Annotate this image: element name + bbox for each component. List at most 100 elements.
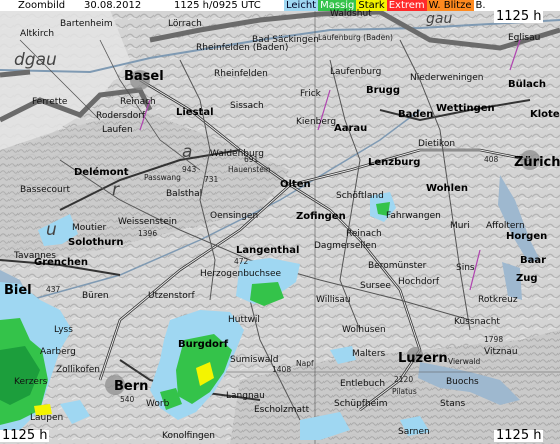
radar-map[interactable]: Zoombild 30.08.2012 1125 h/0925 UTC Leic…	[0, 0, 560, 444]
place-label: Bern	[114, 379, 149, 394]
place-label: Willisau	[316, 295, 351, 305]
place-label: Büren	[82, 291, 109, 301]
place-label: Delémont	[74, 167, 129, 178]
place-label: Balsthal	[166, 189, 203, 199]
place-label: Weissenstein	[118, 217, 177, 227]
place-label: Beromünster	[368, 261, 427, 271]
place-label: Hauenstein	[228, 165, 271, 174]
place-label: Napf	[296, 359, 314, 368]
place-label: Wettingen	[436, 103, 495, 114]
place-label: Laufenburg	[330, 67, 382, 77]
place-label: Schöftland	[336, 191, 384, 201]
height-label-top: 1125 h	[494, 9, 544, 24]
place-label: Herzogenbuchsee	[200, 269, 282, 279]
place-label: Dietikon	[418, 139, 456, 149]
place-label: Laupen	[30, 413, 64, 423]
region-label: a	[182, 142, 193, 162]
place-label: Buochs	[446, 377, 479, 387]
place-label: Moutier	[72, 223, 107, 233]
place-label: Lörrach	[168, 19, 202, 29]
place-label: Bülach	[508, 79, 546, 90]
place-label: Solothurn	[68, 237, 124, 248]
place-label: Kloten	[530, 109, 560, 120]
place-label: Zollikofen	[56, 365, 100, 375]
place-label: Zofingen	[296, 211, 346, 222]
place-label: Fahrwangen	[386, 211, 441, 221]
place-label: Aarau	[334, 123, 368, 134]
region-label: gau	[426, 11, 453, 27]
place-label: Reinach	[120, 97, 156, 107]
place-label: Langenthal	[236, 245, 300, 256]
elevation-label: 408	[484, 155, 499, 164]
place-label: Schüpfheim	[334, 399, 388, 409]
place-label: Burgdorf	[178, 339, 229, 350]
place-label: Olten	[280, 179, 311, 190]
place-label: Affoltern	[486, 221, 525, 231]
place-label: Laufen	[102, 125, 133, 135]
elevation-label: 437	[46, 285, 61, 294]
place-label: Rheinfelden (Baden)	[196, 43, 289, 53]
place-label: Vitznau	[484, 347, 518, 357]
place-label: Muri	[450, 221, 470, 231]
elevation-label: 472	[234, 257, 249, 266]
place-label: Sumiswald	[230, 355, 279, 365]
place-label: Kerzers	[14, 377, 48, 387]
place-label: Pilatus	[392, 387, 417, 396]
elevation-label: 1798	[484, 335, 504, 344]
place-label: Vierwald	[448, 357, 481, 366]
region-label: dgau	[14, 50, 57, 70]
place-label: Escholzmatt	[254, 405, 310, 415]
place-label: Baden	[398, 109, 434, 120]
place-label: Hochdorf	[398, 277, 440, 287]
intensity-legend: Leicht Massig Stark Extrem W. Blitze B.	[284, 0, 488, 11]
legend-item-extrem: Extrem	[386, 0, 427, 11]
place-label: Basel	[124, 69, 164, 84]
elevation-label: 540	[120, 395, 135, 404]
place-label: Niederweningen	[410, 73, 484, 83]
place-label: Entlebuch	[340, 379, 386, 389]
zoom-label: Zoombild	[18, 0, 66, 11]
place-label: Worb	[146, 399, 170, 409]
elevation-label: 943	[182, 165, 197, 174]
place-label: Sissach	[230, 101, 264, 111]
legend-item-leicht: Leicht	[284, 0, 319, 11]
place-label: Lenzburg	[368, 157, 421, 168]
place-label: Reinach	[346, 229, 382, 239]
place-label: Rheinfelden	[214, 69, 268, 79]
place-label: Waldshut	[330, 9, 372, 19]
place-label: Wohlen	[426, 183, 468, 194]
place-label: Horgen	[506, 231, 548, 242]
place-label: Brugg	[366, 85, 400, 96]
place-label: Altkirch	[20, 29, 55, 39]
place-label: Luzern	[398, 351, 448, 366]
date-label: 30.08.2012	[84, 0, 142, 11]
place-label: Oensingen	[210, 211, 259, 221]
place-label: Kienberg	[296, 117, 337, 127]
place-label: Küssnacht	[454, 317, 500, 327]
place-label: Bartenheim	[60, 19, 113, 29]
place-label: Ferrette	[32, 97, 68, 107]
height-label-bottom-right: 1125 h	[494, 428, 544, 443]
place-label: Passwang	[144, 173, 181, 182]
place-label: Zug	[516, 273, 538, 284]
place-label: Sursee	[360, 281, 391, 291]
place-label: Rotkreuz	[478, 295, 518, 305]
place-label: Rodersdorf	[96, 111, 146, 121]
place-label: Eglisau	[508, 33, 541, 43]
elevation-label: 1408	[272, 365, 292, 374]
region-label: r	[112, 180, 119, 200]
elevation-label: 691	[244, 155, 259, 164]
elevation-label: 731	[204, 175, 219, 184]
place-label: Frick	[300, 89, 321, 99]
place-label: Wolhusen	[342, 325, 386, 335]
place-label: Langnau	[226, 391, 265, 401]
place-label: Utzenstorf	[148, 291, 195, 301]
place-label: Laufenburg (Baden)	[318, 33, 393, 42]
place-label: Bassecourt	[20, 185, 70, 195]
height-label-bottom-left: 1125 h	[0, 428, 50, 443]
place-label: Sins	[456, 263, 475, 273]
time-label: 1125 h/0925 UTC	[174, 0, 261, 11]
legend-item-b: B.	[473, 0, 488, 11]
place-label: Aarberg	[40, 347, 76, 357]
legend-item-w-blitze: W. Blitze	[426, 0, 474, 11]
